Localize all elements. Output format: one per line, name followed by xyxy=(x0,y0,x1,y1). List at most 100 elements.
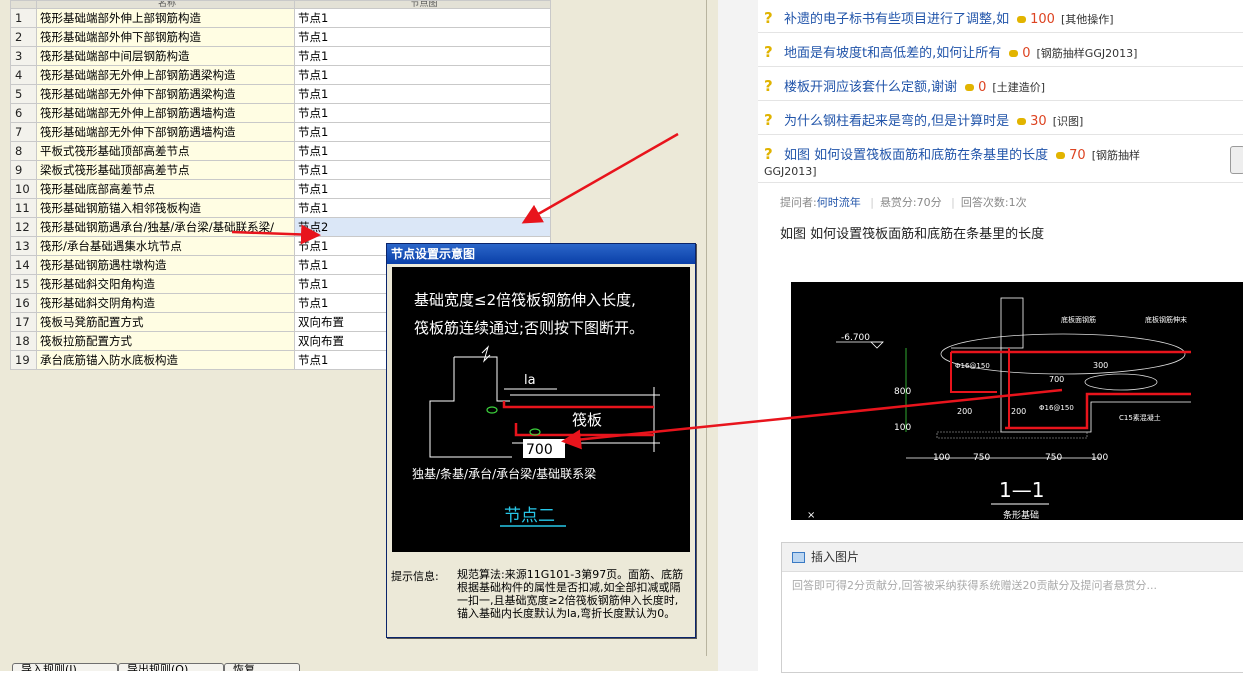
node-value-cell[interactable]: 节点1 xyxy=(294,141,551,161)
side-scroll-button[interactable] xyxy=(1230,146,1243,174)
table-row[interactable]: 3 筏形基础端部中间层钢筋构造 节点1 xyxy=(10,46,551,66)
rule-name-cell: 筏形基础底部高差节点 xyxy=(36,179,295,199)
rebar-spec-2: Φ16@150 xyxy=(1039,404,1074,412)
foundation-outline xyxy=(429,357,512,458)
question-link[interactable]: 地面是有坡度t和高低差的,如何让所有 xyxy=(784,46,1001,61)
node-value-cell[interactable]: 节点1 xyxy=(294,46,551,66)
category-tag[interactable]: [钢筋抽样GGJ2013] xyxy=(1037,47,1138,60)
category-tag[interactable]: [钢筋抽样 xyxy=(1092,149,1140,162)
table-row[interactable]: 5 筏形基础端部无外伸下部钢筋遇梁构造 节点1 xyxy=(10,84,551,104)
break-mark xyxy=(481,345,491,363)
row-number: 6 xyxy=(10,103,37,123)
question-item-current[interactable]: ? 如图 如何设置筏板面筋和底筋在条基里的长度 70 [钢筋抽样 xyxy=(764,144,1140,163)
row-number: 14 xyxy=(10,255,37,275)
row-number: 9 xyxy=(10,160,37,180)
coin-icon xyxy=(1017,118,1027,125)
node-value-cell[interactable]: 节点1 xyxy=(294,65,551,85)
elevation-symbol xyxy=(870,341,884,349)
rule-name-cell: 筏形基础端部无外伸下部钢筋遇梁构造 xyxy=(36,84,295,104)
restore-button[interactable]: 恢复 xyxy=(224,663,300,671)
picture-icon[interactable] xyxy=(792,552,805,563)
rule-name-cell: 筏形基础端部无外伸上部钢筋遇梁构造 xyxy=(36,65,295,85)
export-rules-button[interactable]: 导出规则(O) xyxy=(118,663,224,671)
question-link[interactable]: 如图 如何设置筏板面筋和底筋在条基里的长度 xyxy=(784,148,1048,163)
table-row[interactable]: 8 平板式筏形基础顶部高差节点 节点1 xyxy=(10,141,551,161)
cad-drawing-svg: -6.700 800 100 底板面钢筋 底板钢筋伸末 700 300 Φ16@… xyxy=(807,297,1191,521)
diagram-line-2: 筏板筋连续通过;否则按下图断开。 xyxy=(414,319,644,337)
table-row[interactable]: 12 筏形基础钢筋遇承台/独基/承台梁/基础联系梁/节点2 xyxy=(10,217,551,237)
table-row[interactable]: 11 筏形基础钢筋锚入相邻筏板构造 节点1 xyxy=(10,198,551,218)
category-tag[interactable]: [识图] xyxy=(1053,115,1084,128)
question-item[interactable]: ? 为什么钢柱看起来是弯的,但是计算时是 30 [识图] xyxy=(764,110,1083,129)
node-value-cell[interactable]: 节点1 xyxy=(294,84,551,104)
question-item[interactable]: ? 补遗的电子标书有些项目进行了调整,如 100 [其他操作] xyxy=(764,8,1114,27)
node-diagram-svg: 基础宽度≤2倍筏板钢筋伸入长度, 筏板筋连续通过;否则按下图断开。 la 筏板 xyxy=(412,291,660,527)
node-value-cell[interactable]: 节点1 xyxy=(294,8,551,28)
node-value-cell[interactable]: 节点1 xyxy=(294,122,551,142)
asker-label: 提问者: xyxy=(780,196,817,209)
rule-name-cell: 筏形基础端部无外伸上部钢筋遇墙构造 xyxy=(36,103,295,123)
dim-800: 800 xyxy=(894,387,911,397)
row-number: 15 xyxy=(10,274,37,294)
row-number: 4 xyxy=(10,65,37,85)
row-number: 2 xyxy=(10,27,37,47)
dim-200-a: 200 xyxy=(957,407,972,416)
question-link[interactable]: 补遗的电子标书有些项目进行了调整,如 xyxy=(784,12,1009,27)
value-700: 700 xyxy=(526,442,553,458)
rule-name-cell: 筏板拉筋配置方式 xyxy=(36,331,295,351)
rebar-extension-label: 底板钢筋伸末 xyxy=(1145,315,1187,324)
divider xyxy=(758,66,1243,67)
question-icon: ? xyxy=(764,145,773,163)
node-value-cell[interactable]: 节点1 xyxy=(294,179,551,199)
table-row[interactable]: 9 梁板式筏形基础顶部高差节点 节点1 xyxy=(10,160,551,180)
diagram-line-1: 基础宽度≤2倍筏板钢筋伸入长度, xyxy=(414,291,636,309)
node-value-cell[interactable]: 节点1 xyxy=(294,27,551,47)
node-settings-pane: 名称 节点图 1 筏形基础端部外伸上部钢筋构造 节点1 2 筏形基础端部外伸下部钢筋构造… xyxy=(0,0,718,671)
question-attachment-image[interactable]: -6.700 800 100 底板面钢筋 底板钢筋伸末 700 300 Φ16@… xyxy=(791,282,1243,521)
import-rules-button[interactable]: 导入规则(I) xyxy=(12,663,118,671)
answer-input[interactable]: 回答即可得2分贡献分,回答被采纳获得系统赠送20贡献分及提问者悬赏分... xyxy=(792,577,1157,593)
foundation-top-outline xyxy=(454,356,510,402)
answer-count: 回答次数:1次 xyxy=(960,196,1027,209)
bounty-label: 悬赏分:70分 xyxy=(879,196,942,209)
question-icon: ? xyxy=(764,43,773,61)
coin-icon xyxy=(965,84,975,91)
insert-image-button[interactable]: 插入图片 xyxy=(811,550,859,564)
table-row[interactable]: 7 筏形基础端部无外伸下部钢筋遇墙构造 节点1 xyxy=(10,122,551,142)
category-tag[interactable]: [其他操作] xyxy=(1061,13,1114,26)
category-tag[interactable]: [土建造价] xyxy=(992,81,1045,94)
question-meta: 提问者:何时流年 | 悬赏分:70分 | 回答次数:1次 xyxy=(780,196,1027,209)
rule-name-cell: 筏形基础钢筋遇承台/独基/承台梁/基础联系梁/ xyxy=(36,217,295,237)
rule-name-cell: 筏形基础端部无外伸下部钢筋遇墙构造 xyxy=(36,122,295,142)
divider xyxy=(758,134,1243,135)
bottom-rebar-label: 底板面钢筋 xyxy=(1061,315,1096,324)
question-item[interactable]: ? 地面是有坡度t和高低差的,如何让所有 0 [钢筋抽样GGJ2013] xyxy=(764,42,1137,61)
question-link[interactable]: 楼板开洞应该套什么定额,谢谢 xyxy=(784,80,957,95)
dim-a: 100 xyxy=(933,453,950,463)
foundation-types-label: 独基/条基/承台/承台梁/基础联系梁 xyxy=(412,466,596,481)
table-row[interactable]: 10 筏形基础底部高差节点 节点1 xyxy=(10,179,551,199)
category-tag-continued[interactable]: GGJ2013] xyxy=(764,165,817,178)
question-link[interactable]: 为什么钢柱看起来是弯的,但是计算时是 xyxy=(784,114,1009,129)
table-row[interactable]: 6 筏形基础端部无外伸上部钢筋遇墙构造 节点1 xyxy=(10,103,551,123)
name-column-header: 名称 xyxy=(36,0,295,9)
question-item[interactable]: ? 楼板开洞应该套什么定额,谢谢 0 [土建造价] xyxy=(764,76,1045,95)
node-name-label: 节点二 xyxy=(504,506,555,526)
rule-name-cell: 筏形基础端部外伸下部钢筋构造 xyxy=(36,27,295,47)
drawing-300: 300 xyxy=(1093,361,1108,370)
vertical-scrollbar[interactable] xyxy=(706,0,718,671)
table-row[interactable]: 4 筏形基础端部无外伸上部钢筋遇梁构造 节点1 xyxy=(10,65,551,85)
table-row[interactable]: 1 筏形基础端部外伸上部钢筋构造 节点1 xyxy=(10,8,551,28)
asker-name[interactable]: 何时流年 xyxy=(817,196,861,209)
table-row[interactable]: 2 筏形基础端部外伸下部钢筋构造 节点1 xyxy=(10,27,551,47)
rule-name-cell: 筏形基础钢筋遇柱墩构造 xyxy=(36,255,295,275)
node-value-cell[interactable]: 节点1 xyxy=(294,198,551,218)
anchor-marker-top xyxy=(486,406,498,414)
row-number: 13 xyxy=(10,236,37,256)
reward-value: 100 xyxy=(1030,12,1055,27)
node-value-cell[interactable]: 节点1 xyxy=(294,103,551,123)
section-label: 1—1 xyxy=(999,478,1044,502)
node-value-cell[interactable]: 节点2 xyxy=(294,217,551,237)
raft-label: 筏板 xyxy=(572,411,602,429)
node-value-cell[interactable]: 节点1 xyxy=(294,160,551,180)
